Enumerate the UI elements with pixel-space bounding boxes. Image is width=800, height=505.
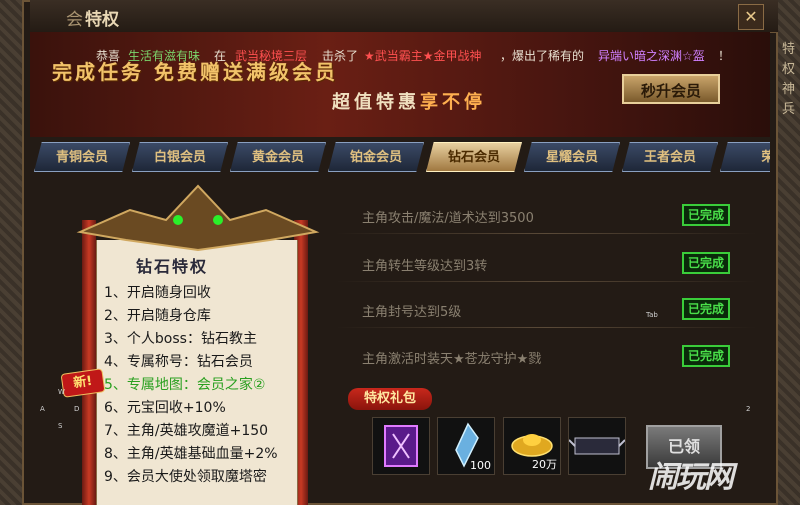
divider — [336, 327, 756, 328]
system-announcement: 恭喜 生活有滋有味 在 武当秘境三层 击杀了 ★武当霸主★金甲战神 ，爆出了稀有… — [30, 47, 770, 65]
status-badge: 已完成 — [682, 298, 730, 320]
gift-pack-label: 特权礼包 — [348, 388, 432, 410]
vip-tier-tabs: 青铜会员 白银会员 黄金会员 铂金会员 钻石会员 星耀会员 王者会员 荣 — [34, 142, 770, 174]
task-row: 主角封号达到5级 已完成 — [336, 294, 756, 328]
divider — [336, 233, 756, 234]
task-label: 主角封号达到5级 — [362, 305, 462, 320]
close-button[interactable]: ✕ — [738, 4, 764, 30]
marquee-text: ！ — [718, 49, 731, 63]
side-tab-char[interactable]: 神 — [782, 80, 800, 100]
tab-star[interactable]: 星耀会员 — [524, 142, 620, 172]
perk-item: 4、专属称号：钻石会员 — [104, 354, 253, 370]
item-quantity: 100 — [470, 459, 491, 472]
scroll-pole-left — [82, 220, 96, 505]
status-badge: 已完成 — [682, 204, 730, 226]
item-slot[interactable] — [372, 417, 430, 475]
window-title: 特权 — [85, 10, 119, 30]
instant-upgrade-button[interactable]: 秒升会员 — [622, 74, 720, 104]
marquee-text: ，爆出了稀有的 — [500, 49, 585, 63]
purple-skill-book-icon — [384, 425, 418, 467]
divider — [336, 281, 756, 282]
demon-crest-icon — [76, 184, 320, 252]
banner-subtitle: 超值特惠享不停 — [332, 88, 486, 114]
item-slot[interactable] — [568, 417, 626, 475]
title-prefix: 会 — [66, 10, 83, 30]
hotkey-a: A — [40, 405, 45, 413]
perk-item-highlight: 5、专属地图：会员之家② — [104, 377, 266, 393]
perk-item: 2、开启随身仓库 — [104, 308, 211, 324]
task-row: 主角转生等级达到3转 已完成 — [336, 248, 756, 282]
tab-glory[interactable]: 荣 — [720, 142, 770, 172]
tab-diamond[interactable]: 钻石会员 — [426, 142, 522, 172]
tab-bronze[interactable]: 青铜会员 — [34, 142, 130, 172]
perk-item: 1、开启随身回收 — [104, 285, 211, 301]
marquee-text: 恭喜 — [96, 49, 121, 63]
hotkey-d: D — [74, 405, 80, 413]
perks-title: 钻石特权 — [136, 257, 209, 276]
perk-item: 6、元宝回收+10% — [104, 400, 226, 416]
hotkey-s: S — [58, 422, 63, 430]
task-row: 主角激活时装天★苍龙守护★戮 已完成 — [336, 341, 756, 373]
side-tab-char[interactable]: 特 — [782, 40, 800, 60]
marquee-boss: ★武当霸主★金甲战神 — [364, 49, 482, 63]
item-slot[interactable]: 100 — [437, 417, 495, 475]
hotkey-2: 2 — [746, 405, 751, 413]
task-row: 主角攻击/魔法/道术达到3500 已完成 — [336, 200, 756, 234]
perk-item: 8、主角/英雄基础血量+2% — [104, 446, 278, 462]
marquee-location: 武当秘境三层 — [235, 49, 308, 63]
tab-platinum[interactable]: 铂金会员 — [328, 142, 424, 172]
task-label: 主角转生等级达到3转 — [362, 259, 488, 274]
side-tab-strip[interactable]: 特 权 神 兵 — [782, 40, 800, 120]
status-badge: 已完成 — [682, 345, 730, 367]
item-slot[interactable]: 20万 — [503, 417, 561, 475]
site-watermark: 闹玩网 — [648, 460, 734, 495]
marquee-text: 在 — [214, 49, 227, 63]
perk-item: 7、主角/英雄攻魔道+150 — [104, 423, 269, 439]
title-badge-icon — [568, 437, 626, 455]
task-label: 主角攻击/魔法/道术达到3500 — [362, 211, 534, 226]
marquee-text: 击杀了 — [322, 49, 359, 63]
banner-sub-highlight: 享不停 — [420, 92, 486, 113]
banner-sub-prefix: 超值特惠 — [332, 92, 420, 113]
side-tab-char[interactable]: 兵 — [782, 100, 800, 120]
tab-gold[interactable]: 黄金会员 — [230, 142, 326, 172]
perk-item: 9、会员大使处领取魔塔密 — [104, 469, 267, 485]
tab-silver[interactable]: 白银会员 — [132, 142, 228, 172]
side-tab-char[interactable]: 权 — [782, 60, 800, 80]
marquee-player: 生活有滋有味 — [128, 49, 201, 63]
title-bar: 会 特权 — [30, 0, 778, 33]
perk-item: 3、个人boss：钻石教主 — [104, 331, 257, 347]
task-label: 主角激活时装天★苍龙守护★戮 — [362, 352, 542, 367]
item-quantity: 20万 — [532, 458, 557, 471]
marquee-item: 异端い暗之深渊☆盔 — [598, 49, 705, 63]
hotkey-w: W — [58, 388, 65, 396]
tab-king[interactable]: 王者会员 — [622, 142, 718, 172]
status-badge: 已完成 — [682, 252, 730, 274]
